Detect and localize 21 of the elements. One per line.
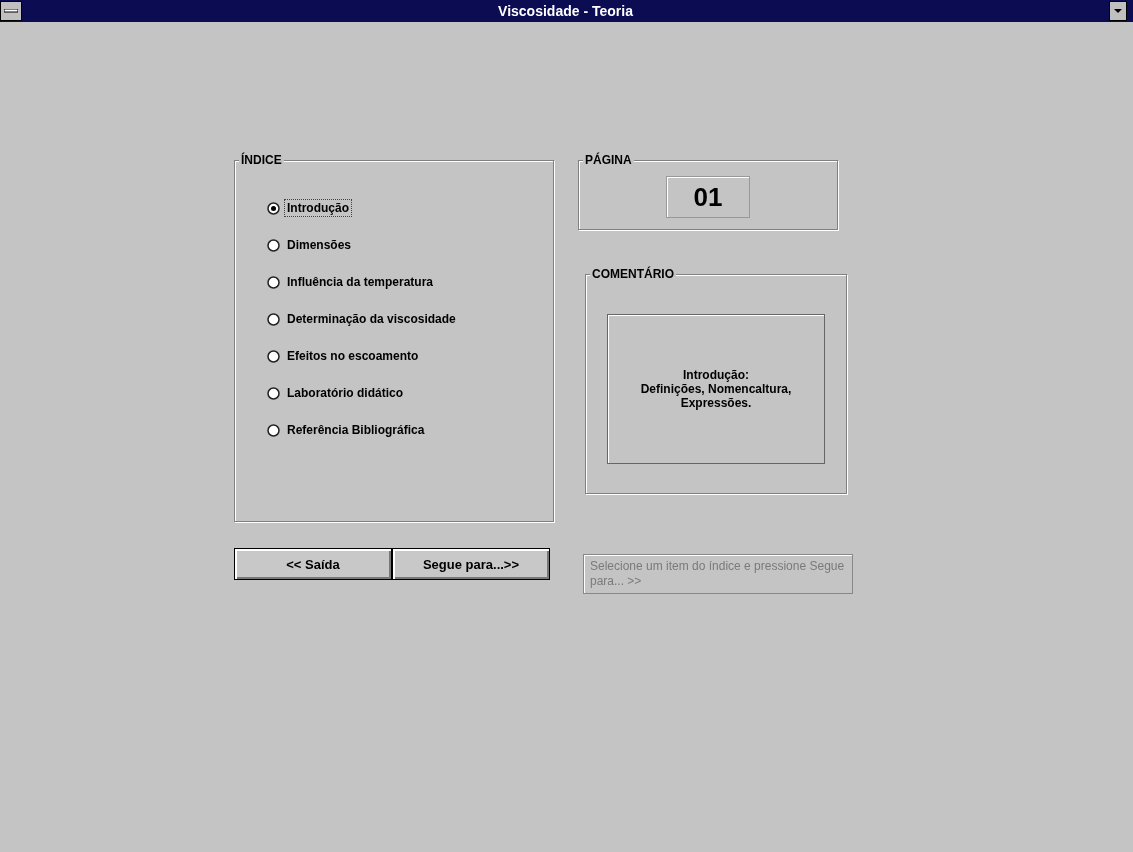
- radio-option[interactable]: Influência da temperatura: [267, 273, 437, 291]
- group-title: COMENTÁRIO: [590, 267, 676, 281]
- window-title: Viscosidade - Teoria: [498, 3, 633, 19]
- nav-button[interactable]: << Saída: [234, 548, 392, 580]
- comment-text: Expressões.: [680, 396, 752, 410]
- minimize-button[interactable]: [1109, 1, 1127, 21]
- group-title: PÁGINA: [583, 153, 634, 167]
- comment-text: Introdução:: [683, 368, 749, 382]
- system-menu-button[interactable]: [0, 1, 22, 21]
- group-title: ÍNDICE: [239, 153, 284, 167]
- menu-bar-icon: [4, 9, 18, 13]
- down-triangle-icon: [1113, 8, 1123, 14]
- radio-option[interactable]: Dimensões: [267, 236, 355, 254]
- radio-option[interactable]: Determinação da viscosidade: [267, 310, 459, 328]
- nav-button[interactable]: Segue para...>>: [392, 548, 550, 580]
- radio-option[interactable]: Laboratório didático: [267, 384, 406, 402]
- comment-text: Definições, Nomencaltura,: [640, 382, 792, 396]
- hint-text: Selecione um item do índice e pressione Segue para... >>: [583, 554, 853, 594]
- page-number: 01: [666, 176, 750, 218]
- radio-option[interactable]: Efeitos no escoamento: [267, 347, 422, 365]
- radio-option[interactable]: Referência Bibliográfica: [267, 421, 428, 439]
